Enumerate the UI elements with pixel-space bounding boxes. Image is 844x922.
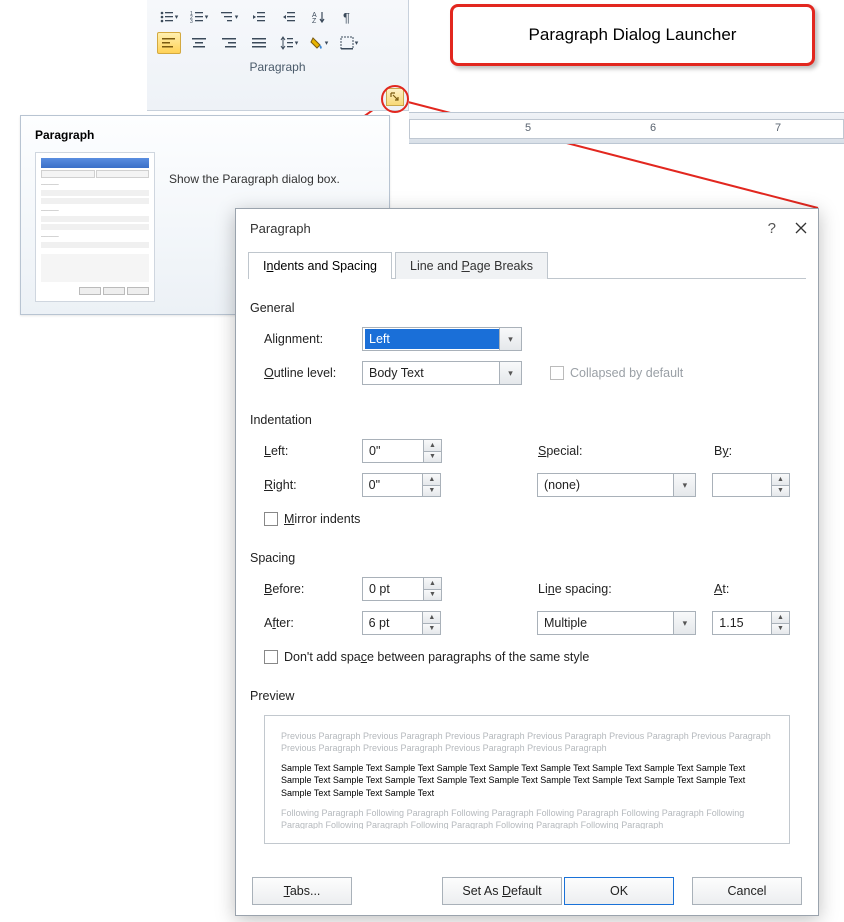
justify-icon[interactable] xyxy=(247,32,271,54)
ruler-number: 7 xyxy=(775,122,781,134)
preview-following: Following Paragraph Following Paragraph … xyxy=(281,807,773,829)
align-center-icon[interactable] xyxy=(187,32,211,54)
label-at: At: xyxy=(714,582,729,596)
section-preview: Preview xyxy=(250,689,790,703)
by-spinner[interactable]: ▲▼ xyxy=(712,473,790,497)
outline-level-select[interactable]: Body Text ▾ xyxy=(362,361,522,385)
label-special: Special: xyxy=(538,444,628,458)
spinner-up-icon[interactable]: ▲ xyxy=(772,474,789,486)
tabs-button[interactable]: Tabs... xyxy=(252,877,352,905)
spinner-up-icon[interactable]: ▲ xyxy=(423,474,440,486)
spinner-down-icon[interactable]: ▼ xyxy=(772,624,789,635)
section-general: General xyxy=(250,301,790,315)
chevron-down-icon[interactable]: ▾ xyxy=(673,612,695,634)
line-spacing-icon[interactable]: ▾ xyxy=(277,32,301,54)
paragraph-dialog: Paragraph ? Indents and Spacing Line and… xyxy=(235,208,819,916)
checkbox-icon[interactable] xyxy=(264,512,278,526)
alignment-select[interactable]: Left ▾ xyxy=(362,327,522,351)
preview-previous: Previous Paragraph Previous Paragraph Pr… xyxy=(281,730,773,754)
spinner-down-icon[interactable]: ▼ xyxy=(424,590,441,601)
section-spacing: Spacing xyxy=(250,551,790,565)
preview-sample: Sample Text Sample Text Sample Text Samp… xyxy=(281,762,773,798)
ruler-number: 5 xyxy=(525,122,531,134)
borders-icon[interactable]: ▾ xyxy=(337,32,361,54)
increase-indent-icon[interactable] xyxy=(277,6,301,28)
collapsed-checkbox: Collapsed by default xyxy=(550,366,683,380)
spinner-up-icon[interactable]: ▲ xyxy=(423,612,440,624)
preview-box: Previous Paragraph Previous Paragraph Pr… xyxy=(264,715,790,844)
tooltip-title: Paragraph xyxy=(35,128,375,142)
label-after: After: xyxy=(264,616,362,630)
spinner-down-icon[interactable]: ▼ xyxy=(772,486,789,497)
after-spinner[interactable]: 6 pt▲▼ xyxy=(362,611,442,635)
label-alignment: Alignment: xyxy=(264,332,362,346)
special-select[interactable]: (none)▾ xyxy=(537,473,696,497)
ruler: 5 6 7 xyxy=(409,112,844,144)
dont-add-space-checkbox[interactable]: Don't add space between paragraphs of th… xyxy=(264,650,589,664)
indent-left-spinner[interactable]: 0"▲▼ xyxy=(362,439,442,463)
checkbox-icon[interactable] xyxy=(264,650,278,664)
checkbox-icon xyxy=(550,366,564,380)
close-button[interactable] xyxy=(794,221,808,235)
section-indentation: Indentation xyxy=(250,413,790,427)
chevron-down-icon[interactable]: ▾ xyxy=(673,474,695,496)
at-spinner[interactable]: 1.15▲▼ xyxy=(712,611,790,635)
tooltip-thumbnail: ───── ───── ───── xyxy=(35,152,155,302)
ribbon-paragraph-group: ▾ 123▾ ▾ AZ ¶ ▾ ▾ ▾ Paragraph xyxy=(147,0,409,111)
align-right-icon[interactable] xyxy=(217,32,241,54)
multilevel-list-icon[interactable]: ▾ xyxy=(217,6,241,28)
cancel-button[interactable]: Cancel xyxy=(692,877,802,905)
chevron-down-icon[interactable]: ▾ xyxy=(499,328,521,350)
numbering-icon[interactable]: 123▾ xyxy=(187,6,211,28)
line-spacing-select[interactable]: Multiple▾ xyxy=(537,611,696,635)
spinner-up-icon[interactable]: ▲ xyxy=(772,612,789,624)
label-before: Before: xyxy=(264,582,362,596)
svg-text:Z: Z xyxy=(312,18,317,24)
svg-text:3: 3 xyxy=(190,19,193,24)
help-button[interactable]: ? xyxy=(768,220,776,237)
spinner-up-icon[interactable]: ▲ xyxy=(424,578,441,590)
callout-text: Paragraph Dialog Launcher xyxy=(529,25,737,45)
spinner-down-icon[interactable]: ▼ xyxy=(424,452,441,463)
set-default-button[interactable]: Set As Default xyxy=(442,877,562,905)
ribbon-group-label: Paragraph xyxy=(147,56,408,74)
decrease-indent-icon[interactable] xyxy=(247,6,271,28)
show-hide-icon[interactable]: ¶ xyxy=(337,6,361,28)
dialog-title: Paragraph xyxy=(250,221,311,236)
launcher-highlight-circle xyxy=(381,85,409,113)
indent-right-spinner[interactable]: 0"▲▼ xyxy=(362,473,442,497)
spinner-down-icon[interactable]: ▼ xyxy=(423,486,440,497)
mirror-indents-checkbox[interactable]: Mirror indents xyxy=(264,512,360,526)
label-outline-level: Outline level: xyxy=(264,366,362,380)
spinner-up-icon[interactable]: ▲ xyxy=(424,440,441,452)
bullets-icon[interactable]: ▾ xyxy=(157,6,181,28)
label-by: By: xyxy=(714,444,732,458)
chevron-down-icon[interactable]: ▾ xyxy=(499,362,521,384)
align-left-icon[interactable] xyxy=(157,32,181,54)
label-line-spacing: Line spacing: xyxy=(538,582,638,596)
label-indent-left: Left: xyxy=(264,444,362,458)
ruler-number: 6 xyxy=(650,122,656,134)
dialog-titlebar: Paragraph ? xyxy=(236,209,818,247)
callout-box: Paragraph Dialog Launcher xyxy=(450,4,815,66)
ok-button[interactable]: OK xyxy=(564,877,674,905)
spinner-down-icon[interactable]: ▼ xyxy=(423,624,440,635)
sort-icon[interactable]: AZ xyxy=(307,6,331,28)
before-spinner[interactable]: 0 pt▲▼ xyxy=(362,577,442,601)
tab-indents-spacing[interactable]: Indents and Spacing xyxy=(248,252,392,279)
label-indent-right: Right: xyxy=(264,478,362,492)
shading-icon[interactable]: ▾ xyxy=(307,32,331,54)
svg-text:¶: ¶ xyxy=(343,10,350,24)
tab-line-page-breaks[interactable]: Line and Page Breaks xyxy=(395,252,548,279)
